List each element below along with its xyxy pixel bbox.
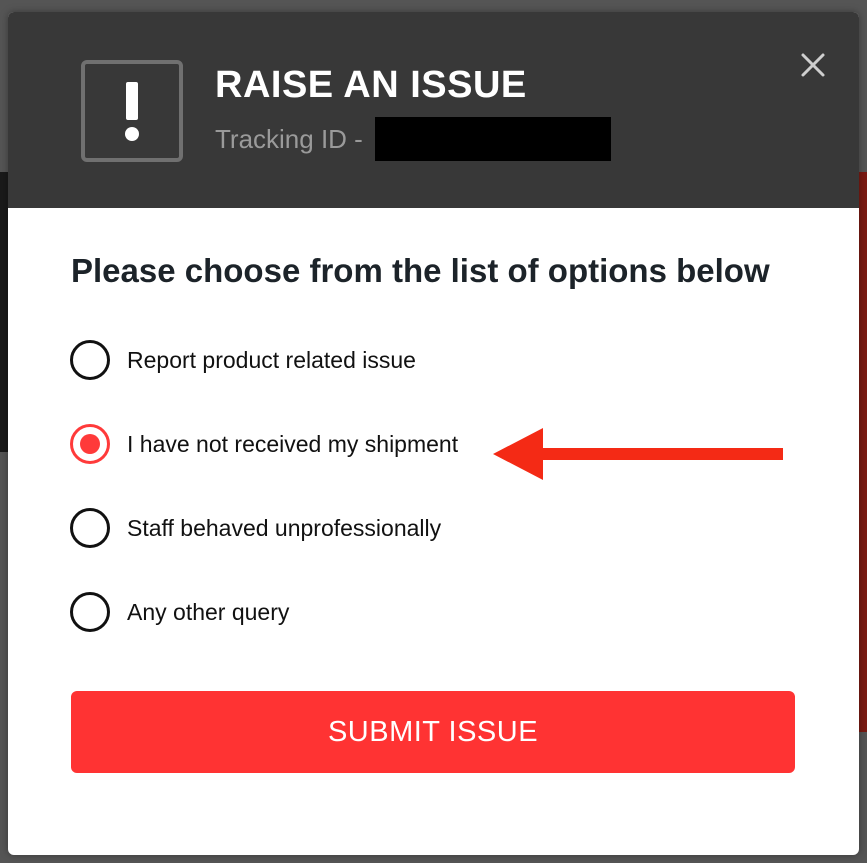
close-icon [801,53,825,77]
tracking-id-label: Tracking ID - [215,123,363,154]
radio-button[interactable] [70,508,110,548]
option-staff-unprofessional[interactable]: Staff behaved unprofessionally [70,506,441,550]
radio-button[interactable] [70,340,110,380]
option-not-received-shipment[interactable]: I have not received my shipment [70,422,458,466]
option-label: Staff behaved unprofessionally [127,514,442,541]
exclamation-icon [81,60,183,162]
arrow-pointer-icon [493,428,783,480]
option-label: Any other query [127,598,290,625]
close-button[interactable] [798,50,828,80]
raise-issue-modal: RAISE AN ISSUE Tracking ID - Please choo… [8,12,859,855]
background-content-left [0,172,8,452]
radio-button-selected[interactable] [70,424,110,464]
option-other-query[interactable]: Any other query [70,590,289,634]
modal-title: RAISE AN ISSUE [215,64,527,106]
modal-header: RAISE AN ISSUE Tracking ID - [8,12,859,208]
submit-issue-button[interactable]: SUBMIT ISSUE [71,691,795,773]
option-label: Report product related issue [127,346,416,373]
tracking-id: Tracking ID - [215,117,611,161]
radio-button[interactable] [70,592,110,632]
option-label: I have not received my shipment [127,430,459,457]
option-report-product-issue[interactable]: Report product related issue [70,338,416,382]
question-heading: Please choose from the list of options b… [71,252,770,289]
tracking-id-redacted-value [374,117,611,161]
